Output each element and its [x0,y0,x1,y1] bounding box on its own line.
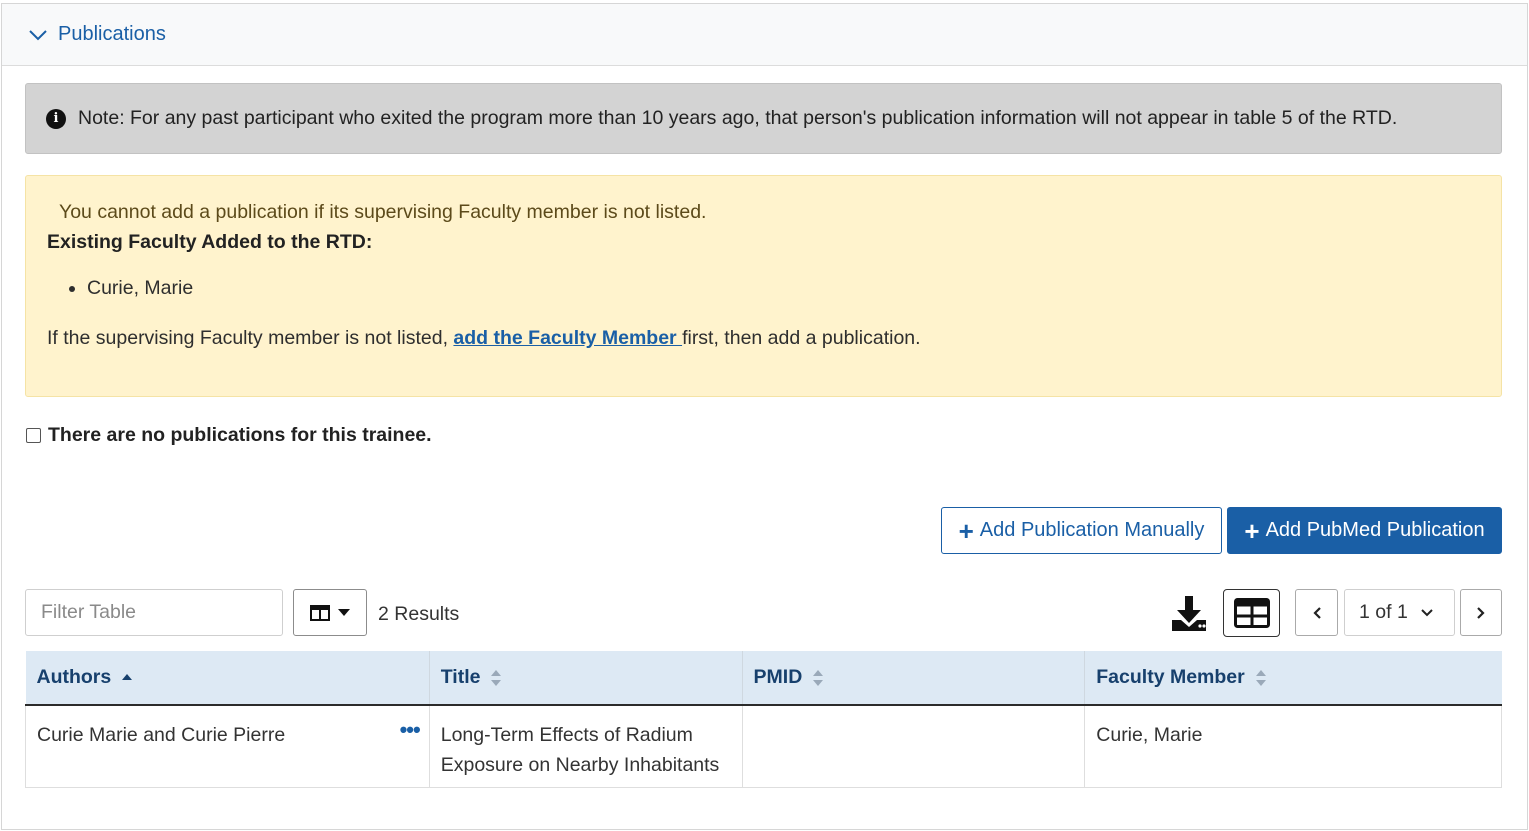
column-header-label: PMID [753,666,803,688]
sort-icon [813,669,824,686]
chevron-down-icon [29,29,47,40]
next-page-button[interactable] [1460,589,1502,636]
add-faculty-instructions: If the supervising Faculty member is not… [47,326,1481,350]
faculty-warning-alert: You cannot add a publication if its supe… [25,175,1502,397]
table-grid-icon [1233,598,1270,628]
add-faculty-member-link[interactable]: add the Faculty Member [453,327,682,349]
add-manual-label: Add Publication Manually [979,519,1205,541]
chevron-down-icon [1421,608,1433,616]
add-pubmed-label: Add PubMed Publication [1265,519,1485,541]
row-actions-ellipsis-icon[interactable]: ••• [400,719,421,750]
existing-faculty-heading: Existing Faculty Added to the RTD: [47,231,373,253]
cell-title: Long-Term Effects of Radium Exposure on … [429,705,743,788]
panel-title: Publications [58,23,166,45]
cell-faculty-member: Curie, Marie [1084,705,1502,788]
column-header-pmid[interactable]: PMID [742,651,1086,706]
instructions-text-before: If the supervising Faculty member is not… [47,327,454,349]
plus-icon: + [1244,515,1260,546]
table-row: Curie Marie and Curie Pierre ••• Long-Te… [25,705,1502,788]
instructions-text-after: first, then add a publication. [682,327,921,349]
column-header-label: Faculty Member [1096,666,1245,688]
column-toggle-button[interactable] [293,589,367,636]
sort-ascending-icon [122,673,133,680]
faculty-list-item: Curie, Marie [87,276,1481,300]
publications-panel-header[interactable]: Publications [2,4,1527,66]
chevron-right-icon [1477,606,1485,619]
results-count: 2 Results [378,603,460,625]
info-circle-icon: i [46,108,66,129]
column-header-faculty-member[interactable]: Faculty Member [1084,651,1502,706]
title-line: Exposure on Nearby Inhabitants [440,754,720,776]
faculty-list: Curie, Marie [47,276,1481,310]
note-alert: i Note: For any past participant who exi… [25,83,1502,154]
add-publication-manually-button[interactable]: + Add Publication Manually [941,507,1222,554]
chevron-left-icon [1312,606,1321,619]
no-publications-label: There are no publications for this train… [48,424,432,446]
no-publications-checkbox[interactable] [26,428,41,443]
authors-text: Curie Marie and Curie Pierre [37,724,286,746]
previous-page-button[interactable] [1295,589,1338,636]
download-button[interactable] [1170,594,1208,632]
column-header-label: Title [440,666,481,688]
note-text: Note: For any past participant who exite… [78,107,1398,129]
column-header-label: Authors [36,666,112,688]
page-indicator: 1 of 1 [1359,601,1408,623]
cell-pmid [742,705,1086,788]
title-line: Long-Term Effects of Radium [440,724,693,746]
plus-icon: + [958,515,974,546]
no-publications-row: There are no publications for this train… [26,424,432,447]
table-header-row: Authors Title PMID Faculty Member [25,651,1502,706]
sort-icon [491,669,502,686]
download-icon [1172,596,1206,631]
warning-message: You cannot add a publication if its supe… [59,201,707,223]
add-pubmed-publication-button[interactable]: + Add PubMed Publication [1227,507,1502,554]
column-header-authors[interactable]: Authors [25,651,430,706]
cell-authors: Curie Marie and Curie Pierre ••• [25,705,430,788]
column-header-title[interactable]: Title [429,651,743,706]
columns-icon [310,604,330,621]
sort-icon [1255,669,1266,686]
table-view-toggle-button[interactable] [1223,589,1280,637]
caret-down-icon [338,608,350,616]
publications-table: Authors Title PMID Faculty Member Curie … [25,651,1502,788]
page-select[interactable]: 1 of 1 [1344,589,1455,636]
filter-table-input[interactable] [25,589,283,636]
